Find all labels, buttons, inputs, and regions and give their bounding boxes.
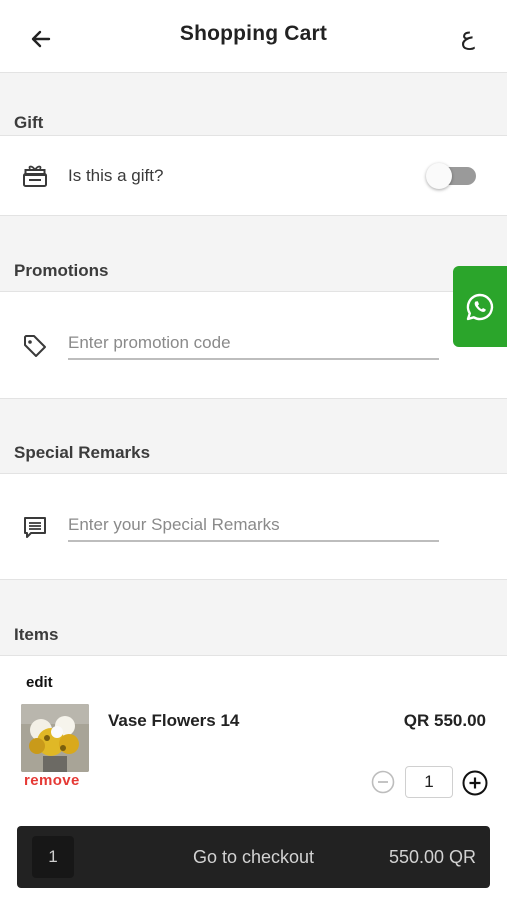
comment-icon <box>21 514 49 542</box>
remove-item-button[interactable]: remove <box>24 772 80 789</box>
tag-icon <box>21 332 49 360</box>
app-header: Shopping Cart ع <box>0 0 507 73</box>
product-image[interactable] <box>21 704 89 772</box>
special-remarks-input[interactable] <box>68 510 439 542</box>
items-section-title: Items <box>14 625 59 644</box>
minus-circle-icon <box>371 770 395 794</box>
page-title: Shopping Cart <box>179 22 328 45</box>
gift-panel: Is this a gift? <box>0 135 507 216</box>
increase-quantity-button[interactable] <box>462 770 488 796</box>
gift-label: Is this a gift? <box>68 166 164 185</box>
remarks-panel <box>0 473 507 580</box>
edit-button[interactable]: edit <box>26 674 53 691</box>
decrease-quantity-button[interactable] <box>371 770 395 794</box>
gift-section-title: Gift <box>14 113 44 132</box>
item-price: QR 550.00 <box>403 711 486 730</box>
item-name: Vase Flowers 14 <box>108 711 240 730</box>
gift-toggle[interactable] <box>426 163 476 189</box>
checkout-button[interactable]: 1 Go to checkout 550.00 QR <box>17 826 490 888</box>
language-toggle-button[interactable]: ع <box>461 22 475 50</box>
quantity-value[interactable]: 1 <box>405 766 453 798</box>
remarks-section-title: Special Remarks <box>14 443 151 462</box>
promotions-section-title: Promotions <box>14 261 109 280</box>
whatsapp-button[interactable] <box>453 266 507 347</box>
checkout-total: 550.00 QR <box>388 847 476 867</box>
toggle-knob <box>426 163 452 189</box>
promotion-code-input[interactable] <box>68 328 439 360</box>
promotions-panel <box>0 291 507 399</box>
plus-circle-icon <box>462 770 488 796</box>
gift-icon <box>21 162 49 190</box>
whatsapp-icon <box>466 293 494 320</box>
